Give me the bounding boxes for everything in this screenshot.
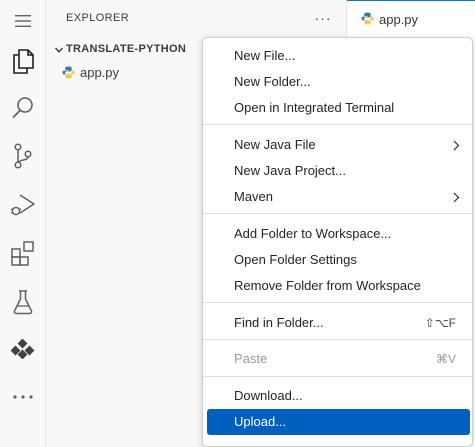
menu-separator bbox=[203, 124, 472, 125]
search-icon bbox=[12, 97, 33, 119]
workspace-folder-name: TRANSLATE-PYTHON bbox=[66, 43, 187, 55]
activity-bar bbox=[0, 0, 46, 447]
chevron-right-icon bbox=[453, 192, 460, 203]
menu-item-label: Open in Integrated Terminal bbox=[234, 100, 395, 115]
source-control-view-button[interactable] bbox=[0, 136, 46, 176]
menu-item-label: New Java File bbox=[234, 137, 316, 152]
menu-item-label: Upload... bbox=[234, 414, 287, 429]
menu-item-label: New File... bbox=[234, 48, 296, 63]
menu-separator bbox=[203, 376, 472, 377]
explorer-view-button[interactable] bbox=[0, 41, 46, 81]
java-projects-view-button[interactable] bbox=[0, 329, 46, 369]
menu-item-label: Download... bbox=[234, 388, 303, 403]
menu-item-label: Open Folder Settings bbox=[234, 252, 357, 267]
explorer-title: EXPLORER bbox=[66, 12, 130, 24]
search-view-button[interactable] bbox=[0, 88, 46, 128]
extensions-icon bbox=[11, 241, 34, 266]
menu-separator bbox=[203, 302, 472, 303]
tab-label: app.py bbox=[379, 12, 419, 27]
extensions-view-button[interactable] bbox=[0, 233, 46, 273]
menu-icon bbox=[15, 15, 31, 27]
menu-item-find-in-folder[interactable]: Find in Folder... ⇧⌥F bbox=[207, 310, 470, 336]
menu-item-shortcut: ⌘V bbox=[435, 352, 456, 366]
menu-item-label: New Folder... bbox=[234, 74, 311, 89]
menu-item-new-file[interactable]: New File... bbox=[207, 43, 470, 69]
menu-item-open-folder-settings[interactable]: Open Folder Settings bbox=[207, 247, 470, 273]
chevron-right-icon bbox=[453, 140, 460, 151]
explorer-more-actions-button[interactable]: ··· bbox=[312, 8, 334, 30]
menu-item-label: New Java Project... bbox=[234, 163, 346, 178]
menu-item-upload[interactable]: Upload... bbox=[207, 409, 470, 435]
editor-tab-strip: app.py bbox=[346, 0, 475, 38]
more-icon bbox=[13, 395, 33, 399]
menu-button[interactable] bbox=[0, 1, 46, 41]
menu-item-new-java-project[interactable]: New Java Project... bbox=[207, 158, 470, 184]
menu-item-open-in-terminal[interactable]: Open in Integrated Terminal bbox=[207, 95, 470, 121]
menu-item-download[interactable]: Download... bbox=[207, 383, 470, 409]
menu-item-label: Find in Folder... bbox=[234, 315, 324, 330]
menu-item-shortcut: ⇧⌥F bbox=[424, 316, 456, 330]
file-name: app.py bbox=[80, 65, 120, 80]
source-control-icon bbox=[14, 143, 32, 169]
menu-item-new-folder[interactable]: New Folder... bbox=[207, 69, 470, 95]
python-file-icon bbox=[361, 12, 374, 25]
explorer-header: EXPLORER ··· bbox=[46, 0, 346, 38]
chevron-down-icon bbox=[54, 47, 64, 53]
tab-app-py[interactable]: app.py bbox=[347, 0, 475, 38]
menu-item-label: Paste bbox=[234, 351, 268, 366]
menu-separator bbox=[203, 339, 472, 340]
menu-item-label: Maven bbox=[234, 189, 274, 204]
java-projects-icon bbox=[10, 339, 35, 359]
python-file-icon bbox=[62, 66, 75, 79]
testing-icon bbox=[13, 290, 33, 315]
testing-view-button[interactable] bbox=[0, 282, 46, 322]
menu-item-add-folder-to-workspace[interactable]: Add Folder to Workspace... bbox=[207, 221, 470, 247]
more-views-button[interactable] bbox=[0, 377, 46, 417]
menu-item-remove-folder-from-workspace[interactable]: Remove Folder from Workspace bbox=[207, 273, 470, 299]
run-debug-icon bbox=[10, 194, 35, 216]
run-debug-view-button[interactable] bbox=[0, 185, 46, 225]
menu-item-new-java-file[interactable]: New Java File bbox=[207, 132, 470, 158]
menu-separator bbox=[203, 213, 472, 214]
menu-item-paste: Paste ⌘V bbox=[207, 346, 470, 372]
context-menu: New File... New Folder... Open in Integr… bbox=[202, 37, 473, 447]
files-icon bbox=[13, 49, 34, 74]
menu-item-label: Add Folder to Workspace... bbox=[234, 226, 392, 241]
menu-item-maven[interactable]: Maven bbox=[207, 184, 470, 210]
menu-item-label: Remove Folder from Workspace bbox=[234, 278, 421, 293]
